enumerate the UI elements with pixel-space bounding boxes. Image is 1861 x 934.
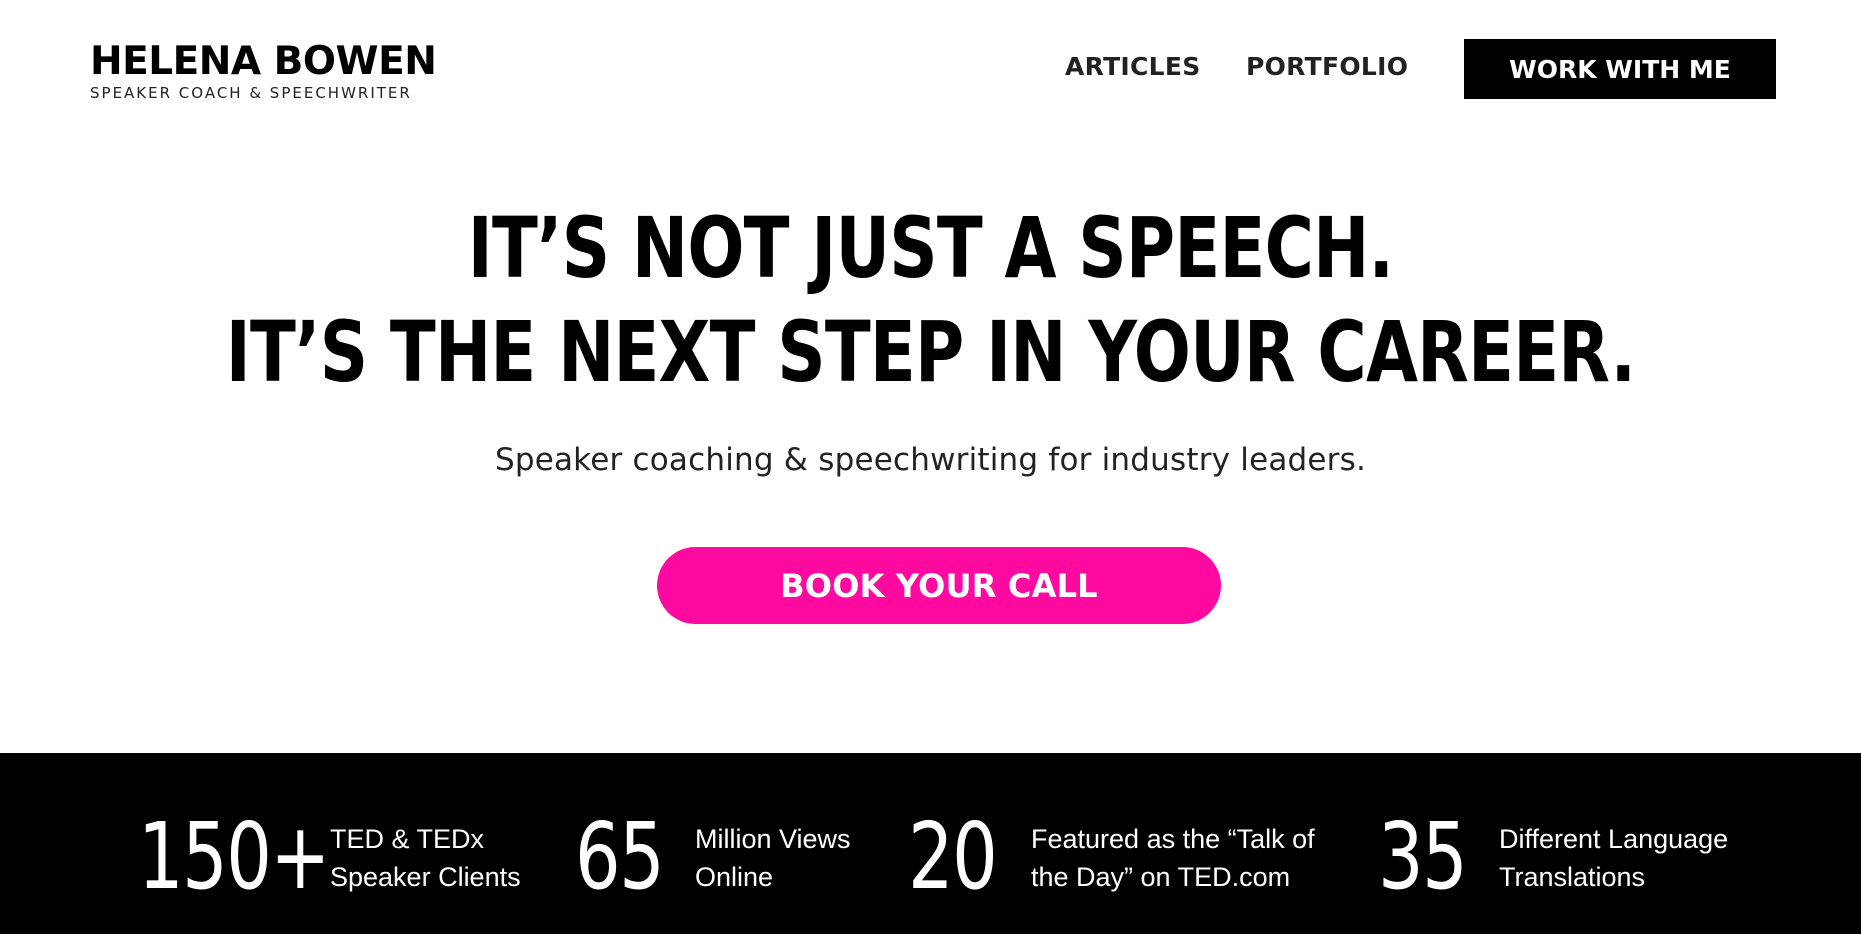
brand-logo[interactable]: HELENA BOWEN SPEAKER COACH & SPEECHWRITE… bbox=[90, 39, 437, 103]
stat-label-line: Featured as the “Talk of bbox=[1031, 824, 1315, 854]
stat-label-line: Different Language bbox=[1499, 824, 1729, 854]
stat-label-featured: Featured as the “Talk of the Day” on TED… bbox=[1031, 820, 1315, 896]
stat-number-clients: 150+ bbox=[138, 803, 330, 910]
stat-label-line: TED & TEDx bbox=[330, 824, 485, 854]
stat-label-line: Online bbox=[695, 862, 774, 892]
hero-subheadline: Speaker coaching & speechwriting for ind… bbox=[494, 442, 1367, 478]
hero-headline-line-1: IT’S NOT JUST A SPEECH. bbox=[467, 199, 1394, 297]
work-with-me-button[interactable]: WORK WITH ME bbox=[1464, 39, 1776, 99]
brand-name: HELENA BOWEN bbox=[90, 39, 437, 84]
nav-link-articles[interactable]: ARTICLES bbox=[1065, 52, 1201, 81]
hero-headline: IT’S NOT JUST A SPEECH. IT’S THE NEXT ST… bbox=[0, 196, 1861, 404]
stat-number-featured: 20 bbox=[908, 803, 998, 910]
stat-label-line: Million Views bbox=[695, 824, 851, 854]
stat-label-views: Million Views Online bbox=[695, 820, 851, 896]
stat-label-line: the Day” on TED.com bbox=[1031, 862, 1291, 892]
stat-label-clients: TED & TEDx Speaker Clients bbox=[330, 820, 521, 896]
brand-tagline: SPEAKER COACH & SPEECHWRITER bbox=[90, 84, 412, 102]
stat-number-views: 65 bbox=[575, 803, 665, 910]
stat-label-translations: Different Language Translations bbox=[1499, 820, 1728, 896]
book-your-call-button[interactable]: BOOK YOUR CALL bbox=[657, 547, 1221, 624]
stat-number-translations: 35 bbox=[1378, 803, 1468, 910]
stat-label-line: Translations bbox=[1499, 862, 1646, 892]
stat-label-line: Speaker Clients bbox=[330, 862, 521, 892]
nav-link-portfolio[interactable]: PORTFOLIO bbox=[1246, 52, 1408, 81]
hero-headline-line-2: IT’S THE NEXT STEP IN YOUR CAREER. bbox=[225, 303, 1636, 401]
